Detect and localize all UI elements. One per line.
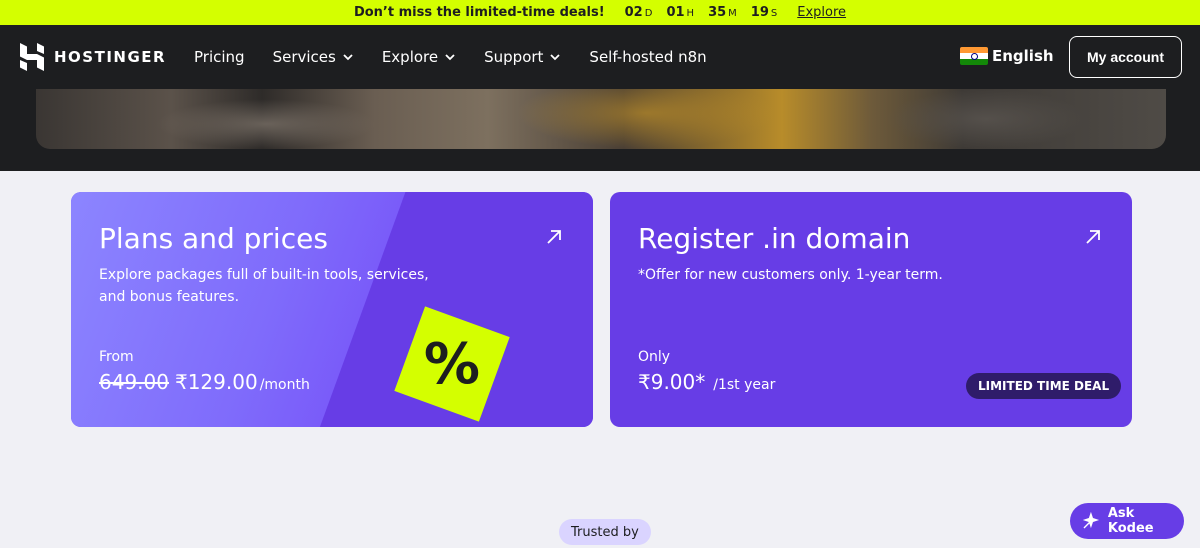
external-arrow-icon (1086, 230, 1100, 244)
countdown-unit: M (728, 8, 737, 19)
nav-item-self-hosted-n8n[interactable]: Self-hosted n8n (589, 48, 706, 66)
new-price: ₹9.00* (638, 370, 706, 394)
site-header: HOSTINGER Pricing Services Explore Suppo… (0, 25, 1200, 89)
ask-kodee-button[interactable]: Ask Kodee (1070, 503, 1184, 539)
chevron-down-icon (550, 54, 561, 61)
price: 649.00 ₹129.00 /month (99, 370, 310, 394)
main-nav: Pricing Services Explore Support Self-ho… (194, 25, 735, 89)
percent-symbol: % (423, 331, 481, 397)
countdown-hours: 01 H (666, 5, 704, 20)
limited-time-deal-badge: LIMITED TIME DEAL (966, 373, 1122, 399)
card-title: Plans and prices (99, 222, 328, 255)
card-description: *Offer for new customers only. 1-year te… (638, 267, 943, 283)
trusted-by-label: Trusted by (559, 519, 651, 545)
nav-item-label: Pricing (194, 48, 245, 66)
hero-section (0, 89, 1200, 171)
plans-and-prices-card[interactable]: Plans and prices Explore packages full o… (71, 192, 593, 427)
sparkle-icon (1082, 512, 1100, 529)
external-arrow-icon (547, 230, 561, 244)
nav-item-label: Self-hosted n8n (589, 48, 707, 66)
nav-item-explore[interactable]: Explore (382, 48, 456, 66)
price: ₹9.00* /1st year (638, 370, 775, 394)
price-period: /month (259, 377, 310, 393)
countdown-minutes: 35 M (708, 5, 747, 20)
register-domain-card[interactable]: Register .in domain *Offer for new custo… (610, 192, 1132, 427)
hostinger-logo-icon (20, 43, 44, 71)
promo-bar: Don’t miss the limited-time deals! 02 D … (0, 0, 1200, 25)
countdown-unit: H (686, 8, 695, 19)
promo-message: Don’t miss the limited-time deals! (353, 5, 605, 20)
brand-name: HOSTINGER (54, 48, 167, 66)
price-label: Only (638, 349, 671, 365)
countdown-value: 35 (708, 5, 727, 20)
ask-kodee-label: Ask Kodee (1107, 506, 1154, 536)
brand-logo[interactable]: HOSTINGER (20, 43, 166, 71)
nav-item-label: Explore (381, 48, 439, 66)
hero-image (36, 89, 1166, 149)
countdown-days: 02 D (625, 5, 663, 20)
price-label: From (99, 349, 134, 365)
card-title: Register .in domain (638, 222, 911, 255)
countdown-value: 02 (624, 5, 643, 20)
my-account-button[interactable]: My account (1069, 36, 1182, 78)
nav-item-label: Support (484, 48, 544, 66)
new-price: ₹129.00 (174, 370, 258, 394)
old-price: 649.00 (99, 370, 169, 394)
nav-item-support[interactable]: Support (484, 48, 561, 66)
countdown-unit: S (770, 8, 778, 19)
countdown-unit: D (644, 8, 653, 19)
countdown-seconds: 19 S (751, 5, 787, 20)
nav-item-pricing[interactable]: Pricing (194, 48, 245, 66)
promo-explore-link[interactable]: Explore (797, 5, 846, 20)
chevron-down-icon (343, 54, 353, 61)
chevron-down-icon (445, 54, 455, 61)
price-period: /1st year (713, 377, 776, 393)
language-label: English (992, 47, 1054, 65)
nav-item-label: Services (272, 48, 336, 66)
countdown-value: 01 (666, 5, 685, 20)
india-flag-icon (960, 47, 988, 65)
countdown-value: 19 (750, 5, 769, 20)
nav-item-services[interactable]: Services (273, 48, 354, 66)
language-selector[interactable]: English (960, 47, 1054, 65)
card-description: Explore packages full of built-in tools,… (99, 267, 429, 305)
